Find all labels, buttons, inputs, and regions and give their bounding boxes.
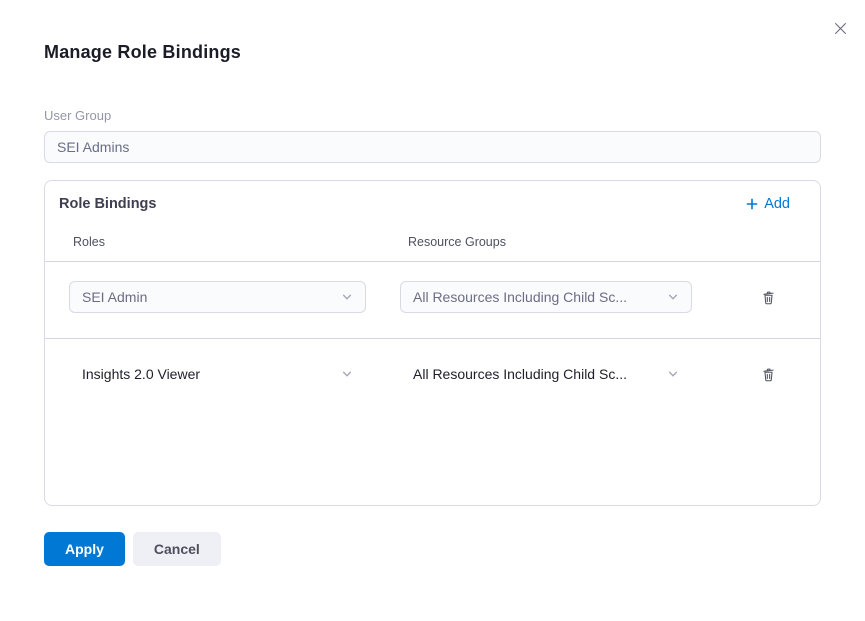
trash-icon bbox=[760, 366, 777, 383]
resource-group-select-value: All Resources Including Child Sc... bbox=[413, 289, 627, 305]
modal-footer: Apply Cancel bbox=[44, 532, 821, 566]
plus-icon bbox=[745, 197, 759, 211]
role-bindings-header: Role Bindings Add bbox=[45, 181, 820, 212]
delete-row-button[interactable] bbox=[756, 285, 780, 309]
add-button-label: Add bbox=[764, 196, 790, 212]
modal-body: Manage Role Bindings User Group Role Bin… bbox=[0, 0, 865, 566]
cancel-button[interactable]: Cancel bbox=[133, 532, 221, 566]
close-icon bbox=[831, 19, 850, 38]
role-select-value: Insights 2.0 Viewer bbox=[82, 366, 200, 382]
column-header-roles: Roles bbox=[73, 235, 408, 249]
trash-icon bbox=[760, 289, 777, 306]
user-group-input[interactable] bbox=[44, 131, 821, 163]
modal-title: Manage Role Bindings bbox=[44, 42, 821, 63]
table-row: SEI Admin All Resources Including Child … bbox=[45, 262, 820, 326]
resource-group-select[interactable]: All Resources Including Child Sc... bbox=[400, 358, 692, 390]
resource-group-select-value: All Resources Including Child Sc... bbox=[413, 366, 627, 382]
resource-group-select-disabled[interactable]: All Resources Including Child Sc... bbox=[400, 281, 692, 313]
role-select-disabled[interactable]: SEI Admin bbox=[69, 281, 366, 313]
apply-button[interactable]: Apply bbox=[44, 532, 125, 566]
table-row: Insights 2.0 Viewer All Resources Includ… bbox=[45, 339, 820, 403]
role-select-value: SEI Admin bbox=[82, 289, 147, 305]
table-column-headers: Roles Resource Groups bbox=[45, 235, 820, 249]
role-select[interactable]: Insights 2.0 Viewer bbox=[69, 358, 366, 390]
delete-row-button[interactable] bbox=[756, 362, 780, 386]
user-group-label: User Group bbox=[44, 108, 821, 123]
role-bindings-title: Role Bindings bbox=[59, 196, 156, 212]
close-button[interactable] bbox=[829, 17, 851, 39]
add-role-binding-button[interactable]: Add bbox=[745, 196, 790, 212]
chevron-down-icon bbox=[341, 291, 353, 303]
chevron-down-icon bbox=[341, 368, 353, 380]
role-bindings-card: Role Bindings Add Roles Resource Groups … bbox=[44, 180, 821, 506]
column-header-resource-groups: Resource Groups bbox=[408, 235, 506, 249]
chevron-down-icon bbox=[667, 291, 679, 303]
chevron-down-icon bbox=[667, 368, 679, 380]
